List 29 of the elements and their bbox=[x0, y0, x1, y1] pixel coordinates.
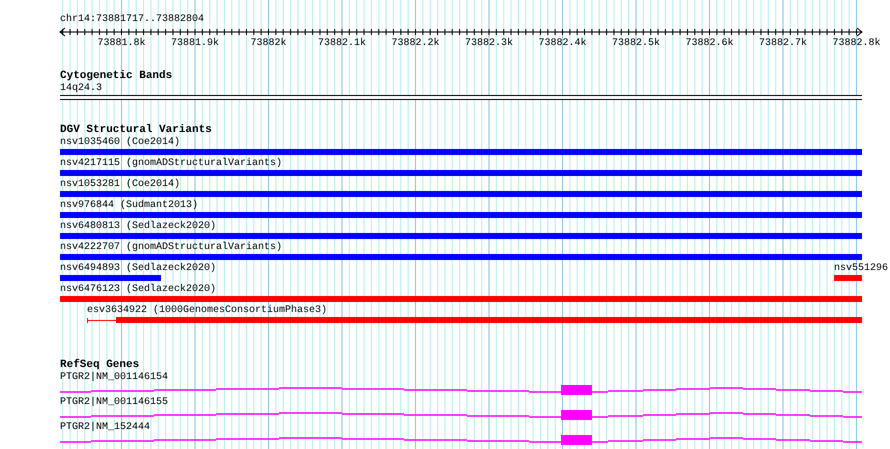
tick-label: 73882.2k bbox=[392, 38, 440, 50]
variant-label[interactable]: esv3634922 (1000GenomesConsortiumPhase3) bbox=[87, 305, 328, 317]
variant-label[interactable]: nsv551296 bbox=[834, 263, 888, 275]
tick-label: 73882.3k bbox=[465, 38, 513, 50]
gene-label[interactable]: PTGR2|NM_152444 bbox=[60, 422, 150, 434]
band-label: 14q24.3 bbox=[60, 83, 102, 95]
track-title: RefSeq Genes bbox=[60, 359, 140, 372]
gene-label[interactable]: PTGR2|NM_001146154 bbox=[60, 372, 168, 384]
variant-label[interactable]: nsv6480813 (Sedlazeck2020) bbox=[60, 221, 216, 233]
track-title: Cytogenetic Bands bbox=[60, 70, 172, 83]
track-title: DGV Structural Variants bbox=[60, 124, 212, 136]
location-label: chr14:73881717..73882804 bbox=[60, 14, 204, 26]
variant-label[interactable]: nsv6476123 (Sedlazeck2020) bbox=[60, 284, 216, 296]
tick-label: 73882k bbox=[250, 38, 286, 50]
tick-label: 73881.8k bbox=[98, 38, 146, 50]
tick-label: 73882.4k bbox=[538, 38, 586, 50]
tick-label: 73882.1k bbox=[318, 38, 366, 50]
variant-label[interactable]: nsv1035460 (Coe2014) bbox=[60, 137, 180, 149]
variant-label[interactable]: nsv4222707 (gnomADStructuralVariants) bbox=[60, 242, 282, 254]
variant-label[interactable]: nsv6494893 (Sedlazeck2020) bbox=[60, 263, 216, 275]
tick-label: 73882.6k bbox=[686, 38, 734, 50]
variant-label[interactable]: nsv1053281 (Coe2014) bbox=[60, 179, 180, 191]
tick-label: 73882.8k bbox=[832, 38, 880, 50]
variant-label[interactable]: nsv4217115 (gnomADStructuralVariants) bbox=[60, 158, 282, 170]
tick-label: 73882.5k bbox=[612, 38, 660, 50]
variant-label[interactable]: nsv976844 (Sudmant2013) bbox=[60, 200, 198, 212]
gene-label[interactable]: PTGR2|NM_001146155 bbox=[60, 397, 168, 409]
tick-label: 73881.9k bbox=[171, 38, 219, 50]
tick-label: 73882.7k bbox=[759, 38, 807, 50]
